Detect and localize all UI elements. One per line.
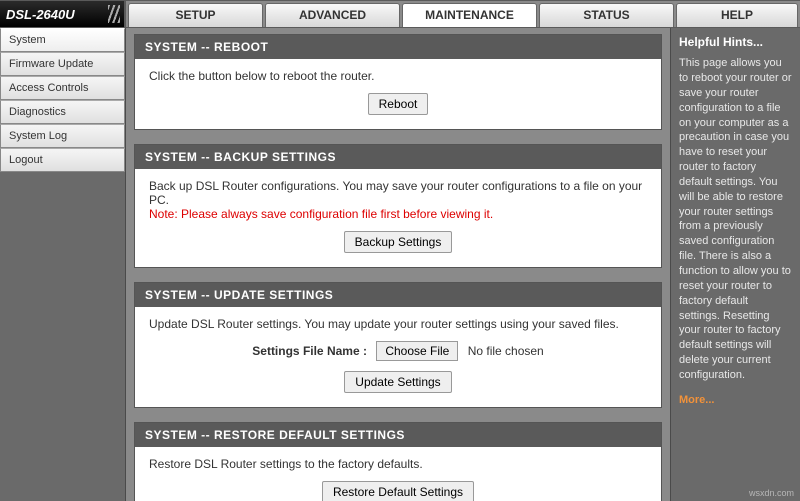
reboot-desc: Click the button below to reboot the rou… bbox=[149, 69, 647, 83]
sidebar-item-system[interactable]: System bbox=[0, 28, 125, 52]
sidebar-item-logout[interactable]: Logout bbox=[0, 148, 125, 172]
watermark: wsxdn.com bbox=[749, 488, 794, 498]
restore-default-button[interactable]: Restore Default Settings bbox=[322, 481, 474, 501]
backup-desc: Back up DSL Router configurations. You m… bbox=[149, 179, 642, 207]
panel-update-title: SYSTEM -- UPDATE SETTINGS bbox=[135, 283, 661, 307]
panel-restore-title: SYSTEM -- RESTORE DEFAULT SETTINGS bbox=[135, 423, 661, 447]
backup-button[interactable]: Backup Settings bbox=[344, 231, 453, 253]
tab-setup[interactable]: SETUP bbox=[128, 3, 263, 27]
main-tabs: SETUP ADVANCED MAINTENANCE STATUS HELP bbox=[126, 1, 800, 27]
panel-backup: SYSTEM -- BACKUP SETTINGS Back up DSL Ro… bbox=[134, 144, 662, 268]
backup-note: Note: Please always save configuration f… bbox=[149, 207, 493, 221]
panel-backup-title: SYSTEM -- BACKUP SETTINGS bbox=[135, 145, 661, 169]
tab-status[interactable]: STATUS bbox=[539, 3, 674, 27]
sidebar-item-access[interactable]: Access Controls bbox=[0, 76, 125, 100]
tab-advanced[interactable]: ADVANCED bbox=[265, 3, 400, 27]
sidebar-item-syslog[interactable]: System Log bbox=[0, 124, 125, 148]
reboot-button[interactable]: Reboot bbox=[368, 93, 429, 115]
product-model: DSL-2640U bbox=[6, 7, 75, 22]
hints-body: This page allows you to reboot your rout… bbox=[679, 56, 792, 383]
product-logo: DSL-2640U bbox=[0, 1, 126, 27]
update-desc: Update DSL Router settings. You may upda… bbox=[149, 317, 647, 331]
helpful-hints-panel: Helpful Hints... This page allows you to… bbox=[670, 28, 800, 501]
hints-title: Helpful Hints... bbox=[679, 34, 792, 50]
content-area: SYSTEM -- REBOOT Click the button below … bbox=[126, 28, 670, 501]
settings-file-label: Settings File Name : bbox=[252, 344, 367, 358]
panel-update: SYSTEM -- UPDATE SETTINGS Update DSL Rou… bbox=[134, 282, 662, 408]
panel-reboot: SYSTEM -- REBOOT Click the button below … bbox=[134, 34, 662, 130]
restore-desc: Restore DSL Router settings to the facto… bbox=[149, 457, 647, 471]
file-chosen-status: No file chosen bbox=[468, 344, 544, 358]
tab-maintenance[interactable]: MAINTENANCE bbox=[402, 3, 537, 27]
update-settings-button[interactable]: Update Settings bbox=[344, 371, 451, 393]
panel-restore: SYSTEM -- RESTORE DEFAULT SETTINGS Resto… bbox=[134, 422, 662, 501]
sidebar-item-firmware[interactable]: Firmware Update bbox=[0, 52, 125, 76]
sidebar: System Firmware Update Access Controls D… bbox=[0, 28, 126, 501]
tab-help[interactable]: HELP bbox=[676, 3, 798, 27]
panel-reboot-title: SYSTEM -- REBOOT bbox=[135, 35, 661, 59]
choose-file-button[interactable]: Choose File bbox=[376, 341, 458, 361]
sidebar-item-diagnostics[interactable]: Diagnostics bbox=[0, 100, 125, 124]
hints-more-link[interactable]: More... bbox=[679, 393, 714, 408]
